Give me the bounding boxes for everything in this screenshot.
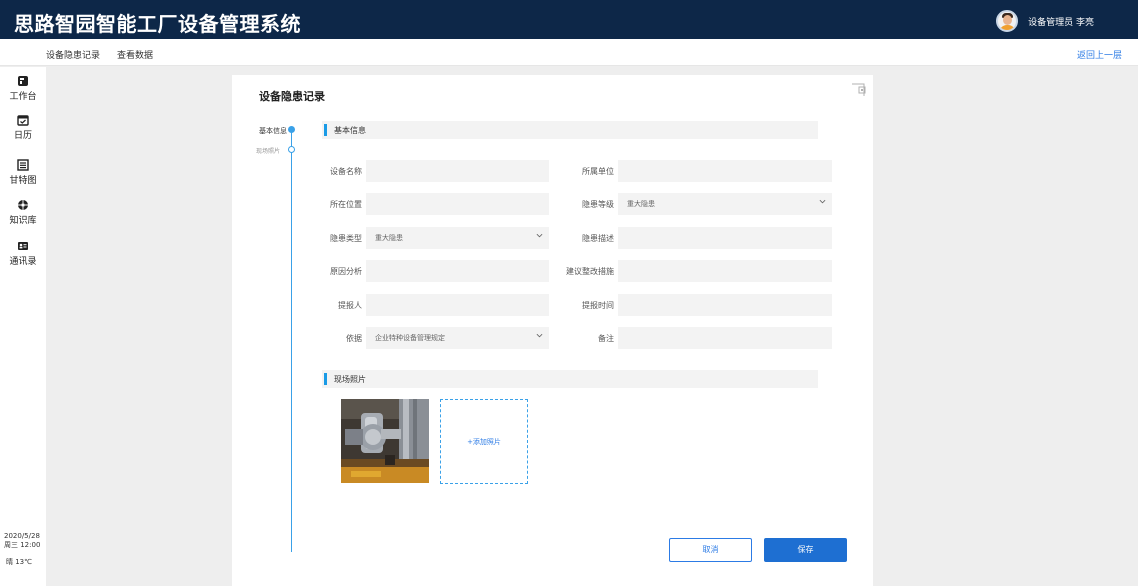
basis-value: 企业特种设备管理规定 <box>375 334 445 342</box>
save-button[interactable]: 保存 <box>764 538 847 562</box>
label-unit: 所属单位 <box>582 167 614 176</box>
sub-navigation: 设备隐患记录 查看数据 返回上一层 <box>0 39 1138 66</box>
page-title: 设备隐患记录 <box>259 90 325 103</box>
user-menu[interactable]: 设备管理员 李亮 <box>996 10 1094 32</box>
desc-input[interactable] <box>618 227 832 249</box>
sidebar-item-label: 日历 <box>13 131 32 141</box>
add-photo-label: +添加照片 <box>467 438 501 446</box>
label-basis: 依据 <box>346 334 362 343</box>
form-card: 设备隐患记录 基本信息 现场照片 基本信息 设备名称 所属单位 所在位置 隐患等… <box>232 75 873 586</box>
sidebar-item-gantt[interactable]: 甘特图 <box>0 159 46 186</box>
suggestion-input[interactable] <box>618 260 832 282</box>
label-level: 隐患等级 <box>582 200 614 209</box>
chevron-down-icon <box>536 233 543 238</box>
remark-input[interactable] <box>618 327 832 349</box>
level-select[interactable]: 重大隐患 <box>618 193 832 215</box>
timeline-photos[interactable]: 现场照片 <box>256 146 280 155</box>
label-desc: 隐患描述 <box>582 234 614 243</box>
timeline-dot[interactable] <box>288 146 295 153</box>
sidebar-item-workbench[interactable]: 工作台 <box>0 75 46 102</box>
sidebar-item-label: 甘特图 <box>9 176 37 186</box>
section-basic-info: 基本信息 <box>322 121 818 139</box>
label-report-time: 提报时间 <box>582 301 614 310</box>
section-title: 现场照片 <box>334 375 366 384</box>
subnav-hazard-records[interactable]: 设备隐患记录 <box>46 48 100 61</box>
chevron-down-icon <box>536 333 543 338</box>
contacts-icon <box>18 242 28 250</box>
label-reporter: 提报人 <box>338 301 362 310</box>
add-photo-button[interactable]: +添加照片 <box>440 399 528 484</box>
knowledge-icon <box>18 200 28 210</box>
sidebar-item-contacts[interactable]: 通讯录 <box>0 240 46 267</box>
location-input[interactable] <box>366 193 549 215</box>
label-device-name: 设备名称 <box>330 167 362 176</box>
chevron-down-icon <box>819 199 826 204</box>
section-photos: 现场照片 <box>322 370 818 388</box>
date-time-widget: 2020/5/28 周三 12:00 <box>4 532 40 550</box>
user-name[interactable]: 设备管理员 李亮 <box>1028 15 1094 28</box>
sidebar-item-label: 通讯录 <box>9 257 37 267</box>
subnav-view-data[interactable]: 查看数据 <box>117 48 153 61</box>
back-link[interactable]: 返回上一层 <box>1077 48 1122 61</box>
sidebar-item-calendar[interactable]: 日历 <box>0 114 46 141</box>
cause-input[interactable] <box>366 260 549 282</box>
top-bar: 思路智园智能工厂设备管理系统 设备管理员 李亮 <box>0 0 1138 39</box>
avatar[interactable] <box>996 10 1019 32</box>
workbench-icon <box>18 76 28 86</box>
level-value: 重大隐患 <box>627 200 655 208</box>
gantt-icon <box>17 159 29 171</box>
timeline-dot-active[interactable] <box>288 126 295 133</box>
basis-select[interactable]: 企业特种设备管理规定 <box>366 327 549 349</box>
calendar-icon <box>17 115 29 126</box>
label-type: 隐患类型 <box>330 234 362 243</box>
label-cause: 原因分析 <box>330 267 362 276</box>
weather-text: 晴 13℃ <box>6 558 32 566</box>
app-title: 思路智园智能工厂设备管理系统 <box>14 12 301 36</box>
site-photo-thumbnail[interactable] <box>341 399 429 483</box>
qr-corner-icon[interactable] <box>851 81 867 97</box>
unit-input[interactable] <box>618 160 832 182</box>
sidebar-item-knowledge[interactable]: 知识库 <box>0 199 46 226</box>
report-time-input[interactable] <box>618 294 832 316</box>
sidebar-item-label: 知识库 <box>9 216 37 226</box>
label-remark: 备注 <box>598 334 614 343</box>
label-suggestion: 建议整改措施 <box>566 267 614 276</box>
device-name-input[interactable] <box>366 160 549 182</box>
section-title: 基本信息 <box>334 126 366 135</box>
time-text: 周三 12:00 <box>4 541 41 549</box>
timeline-basic-info[interactable]: 基本信息 <box>259 126 287 136</box>
type-value: 重大隐患 <box>375 234 403 242</box>
label-location: 所在位置 <box>330 200 362 209</box>
cancel-button[interactable]: 取消 <box>669 538 752 562</box>
reporter-input[interactable] <box>366 294 549 316</box>
date-text: 2020/5/28 <box>4 532 40 540</box>
sidebar-item-label: 工作台 <box>9 92 37 102</box>
sidebar: 工作台 日历 甘特图 知识库 通讯录 2020/5/28 周三 12:00 晴 … <box>0 67 46 586</box>
type-select[interactable]: 重大隐患 <box>366 227 549 249</box>
